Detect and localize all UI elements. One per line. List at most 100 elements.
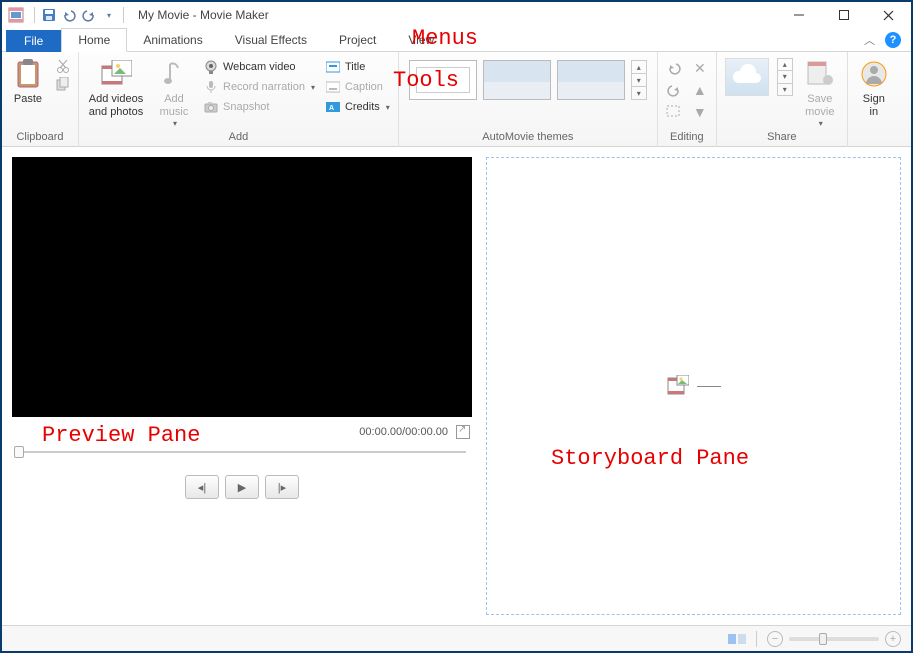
group-signin: Sign in [848,52,900,147]
rotate-right-icon[interactable] [664,82,684,98]
window-title: My Movie - Movie Maker [138,8,269,22]
add-music-button[interactable]: Add music▾ [153,56,195,131]
cut-icon[interactable] [54,58,72,74]
close-button[interactable] [866,2,911,28]
separator [34,7,35,23]
undo-icon[interactable] [59,5,79,25]
theme-thumb-3[interactable] [557,60,625,100]
storyboard-pane[interactable]: Storyboard Pane [486,157,901,615]
cloud-icon [725,58,769,96]
group-automovie-themes: ▴▾▾ AutoMovie themes [399,52,658,147]
theme-thumb-2[interactable] [483,60,551,100]
zoom-in-button[interactable]: + [885,631,901,647]
theme-thumb-1[interactable] [409,60,477,100]
music-note-icon [158,58,190,90]
placeholder-line [697,386,721,387]
save-movie-icon [804,58,836,90]
share-cloud-button[interactable] [723,56,771,101]
share-gallery-scroll[interactable]: ▴▾▾ [777,58,793,96]
play-button[interactable]: ▶ [225,475,259,499]
paste-button[interactable]: Paste [8,56,48,108]
group-add: Add videos and photos Add music▾ Webcam … [79,52,399,147]
group-share: ▴▾▾ Save movie▾ Share [717,52,848,147]
fullscreen-icon[interactable] [456,425,470,439]
tab-home[interactable]: Home [61,28,127,52]
prev-frame-button[interactable]: ◂| [185,475,219,499]
group-clipboard: Paste Clipboard [2,52,79,147]
ribbon: Tools Paste Clipboard Add videos and [2,52,911,147]
zoom-thumb[interactable] [819,633,827,645]
qat-dropdown-icon[interactable]: ▾ [99,5,119,25]
menu-bar: File Home Animations Visual Effects Proj… [2,28,911,52]
content-area: 00:00.00/00:00.00 Preview Pane ◂| ▶ |▸ S… [2,147,911,625]
filmstrip-icon [667,375,689,397]
tab-visual-effects[interactable]: Visual Effects [219,29,323,51]
separator [123,7,124,23]
group-label: Clipboard [16,131,63,145]
slider-thumb[interactable] [14,446,24,458]
group-label: AutoMovie themes [482,131,573,145]
zoom-slider[interactable] [789,637,879,641]
add-videos-label: Add videos and photos [89,93,143,119]
add-videos-photos-button[interactable]: Add videos and photos [85,56,147,121]
title-button[interactable]: Title [323,58,392,76]
window-controls [776,2,911,28]
webcam-video-button[interactable]: Webcam video [201,58,317,76]
statusbar: − + [2,625,911,651]
user-icon [858,58,890,90]
video-preview[interactable] [12,157,472,417]
tab-animations[interactable]: Animations [127,29,218,51]
annotation-storyboard: Storyboard Pane [551,446,749,471]
credits-icon: A [325,99,341,115]
group-label: Share [767,131,796,145]
view-mode-icon[interactable] [728,631,746,647]
theme-gallery-scroll[interactable]: ▴▾▾ [631,60,647,100]
timecode: 00:00.00/00:00.00 [359,426,448,438]
redo-icon[interactable] [79,5,99,25]
storyboard-placeholder [667,375,721,397]
record-narration-button[interactable]: Record narration▾ [201,78,317,96]
tab-file[interactable]: File [6,30,61,52]
credits-button[interactable]: ACredits▾ [323,98,392,116]
svg-text:A: A [329,105,334,112]
save-icon[interactable] [39,5,59,25]
maximize-button[interactable] [821,2,866,28]
caption-button[interactable]: Caption [323,78,392,96]
zoom-out-button[interactable]: − [767,631,783,647]
add-music-label: Add music [160,93,189,119]
move-down-icon[interactable]: ▼ [690,104,710,120]
caption-icon [325,79,341,95]
microphone-icon [203,79,219,95]
sign-in-button[interactable]: Sign in [854,56,894,121]
separator [756,631,757,647]
window: ▾ My Movie - Movie Maker File Home Anima… [0,0,913,653]
group-label [872,131,875,145]
group-editing: ✕ ▲ ▼ Editing [658,52,717,147]
tab-view[interactable]: View [392,29,450,51]
titlebar: ▾ My Movie - Movie Maker [2,2,911,28]
select-all-icon[interactable] [664,104,684,120]
move-up-icon[interactable]: ▲ [690,82,710,98]
add-media-icon [100,58,132,90]
preview-pane: 00:00.00/00:00.00 Preview Pane ◂| ▶ |▸ [12,157,472,615]
snapshot-button[interactable]: Snapshot [201,98,317,116]
webcam-icon [203,59,219,75]
group-label: Add [229,131,249,145]
minimize-button[interactable] [776,2,821,28]
rotate-left-icon[interactable] [664,60,684,76]
camera-icon [203,99,219,115]
playback-controls: ◂| ▶ |▸ [12,475,472,499]
slider-track [18,451,466,453]
save-movie-button[interactable]: Save movie▾ [799,56,841,131]
group-label: Editing [670,131,704,145]
zoom-control: − + [767,631,901,647]
preview-slider[interactable] [12,443,472,461]
clipboard-icon [12,58,44,90]
delete-icon[interactable]: ✕ [690,60,710,76]
next-frame-button[interactable]: |▸ [265,475,299,499]
paste-label: Paste [14,93,42,106]
tab-project[interactable]: Project [323,29,392,51]
help-icon[interactable]: ? [885,32,901,48]
copy-icon[interactable] [54,76,72,92]
ribbon-collapse-icon[interactable]: ︿ [864,32,875,48]
